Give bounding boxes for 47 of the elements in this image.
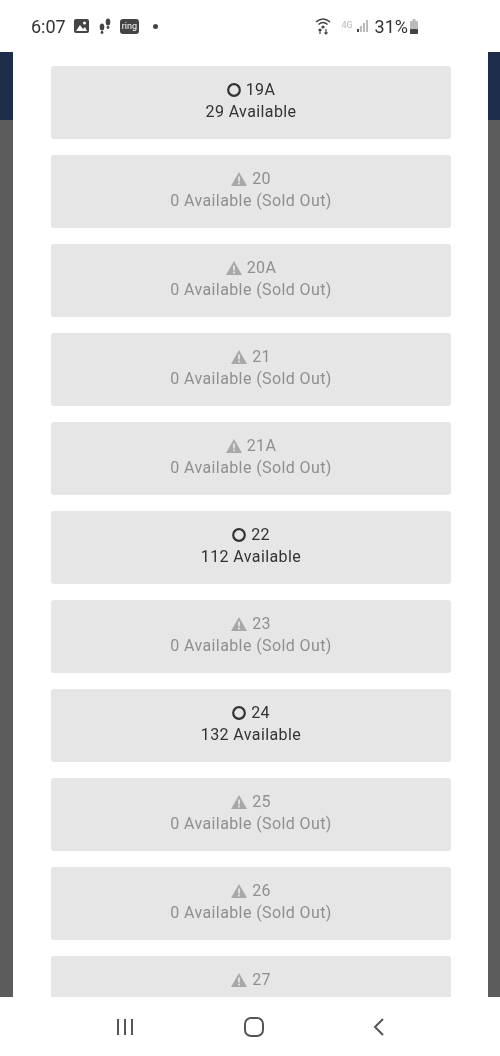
availability-text: 0 Available (Sold Out) bbox=[170, 190, 332, 212]
backdrop-banner bbox=[488, 52, 500, 120]
option-name: 19A bbox=[245, 79, 276, 101]
warning-icon bbox=[231, 795, 248, 809]
availability-text: 0 Available (Sold Out) bbox=[170, 368, 332, 390]
availability-text: 0 Available (Sold Out) bbox=[170, 635, 332, 657]
image-icon bbox=[73, 19, 89, 33]
warning-icon bbox=[231, 973, 248, 987]
option-name: 23 bbox=[252, 613, 271, 635]
warning-icon bbox=[231, 172, 248, 186]
warning-icon bbox=[231, 350, 248, 364]
option-name: 26 bbox=[252, 880, 271, 902]
option-card[interactable]: 19A 29 Available bbox=[51, 66, 451, 139]
footprints-icon bbox=[97, 18, 112, 34]
radio-icon bbox=[232, 528, 247, 542]
clock: 6:07 bbox=[31, 14, 66, 39]
option-name: 27 bbox=[252, 969, 271, 991]
availability-text: 132 Available bbox=[200, 724, 302, 746]
radio-icon bbox=[226, 83, 241, 97]
battery-percent: 31% bbox=[374, 14, 408, 39]
option-card[interactable]: 22 112 Available bbox=[51, 511, 451, 584]
option-name: 25 bbox=[252, 791, 271, 813]
warning-icon bbox=[231, 884, 248, 898]
option-card[interactable]: 24 132 Available bbox=[51, 689, 451, 762]
option-name: 21A bbox=[246, 435, 277, 457]
radio-icon bbox=[232, 706, 247, 720]
availability-text: 29 Available bbox=[205, 101, 297, 123]
dot-icon bbox=[153, 23, 158, 29]
battery-icon bbox=[410, 18, 418, 34]
availability-text: 0 Available (Sold Out) bbox=[170, 457, 332, 479]
warning-icon bbox=[225, 439, 242, 453]
backdrop-banner bbox=[0, 52, 13, 120]
network-type: 4G bbox=[341, 19, 353, 33]
option-name: 21 bbox=[252, 346, 271, 368]
availability-text: 0 Available (Sold Out) bbox=[170, 813, 332, 835]
warning-icon bbox=[231, 617, 248, 631]
app-badge: ring bbox=[119, 18, 139, 34]
availability-text: 0 Available (Sold Out) bbox=[170, 902, 332, 924]
warning-icon bbox=[225, 261, 242, 275]
option-name: 20A bbox=[246, 257, 277, 279]
availability-text: 112 Available bbox=[200, 546, 302, 568]
option-name: 20 bbox=[252, 168, 271, 190]
option-name: 24 bbox=[251, 702, 270, 724]
wifi-icon bbox=[315, 17, 332, 35]
signal-icon bbox=[356, 20, 369, 32]
option-name: 22 bbox=[251, 524, 270, 546]
availability-text: 0 Available (Sold Out) bbox=[170, 279, 332, 301]
